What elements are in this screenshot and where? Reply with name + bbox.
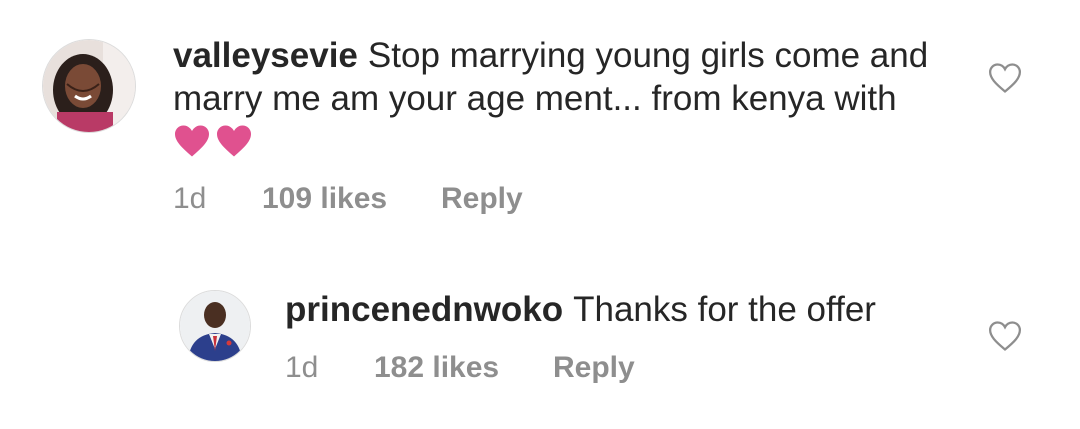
timestamp: 1d xyxy=(173,182,207,215)
username[interactable]: princenednwoko xyxy=(285,290,563,329)
reply-comment: princenednwoko Thanks for the offer 1d 18… xyxy=(0,260,1080,429)
comment-body: valleysevie Stop marrying young girls com… xyxy=(173,34,963,160)
avatar[interactable] xyxy=(42,39,136,133)
heart-outline-icon xyxy=(988,63,1022,93)
likes-count[interactable]: 182 likes xyxy=(374,351,499,385)
emoji-row xyxy=(173,124,963,160)
like-button[interactable] xyxy=(988,320,1022,352)
comment-meta: 1d 182 likes Reply xyxy=(285,351,785,387)
avatar-photo xyxy=(180,291,250,361)
likes-count[interactable]: 109 likes xyxy=(262,182,387,216)
heart-emoji-icon xyxy=(175,125,209,157)
comment-text: Thanks for the offer xyxy=(573,290,876,329)
like-button[interactable] xyxy=(988,62,1022,94)
comment-meta: 1d 109 likes Reply xyxy=(173,182,673,218)
reply-button[interactable]: Reply xyxy=(553,351,635,385)
avatar[interactable] xyxy=(179,290,251,362)
heart-emoji-icon xyxy=(217,125,251,157)
heart-outline-icon xyxy=(988,321,1022,351)
username[interactable]: valleysevie xyxy=(173,36,358,75)
avatar-photo xyxy=(43,40,135,132)
comment: valleysevie Stop marrying young girls com… xyxy=(0,0,1080,240)
timestamp: 1d xyxy=(285,351,319,384)
reply-button[interactable]: Reply xyxy=(441,182,523,216)
comment-body: princenednwoko Thanks for the offer xyxy=(285,288,965,331)
